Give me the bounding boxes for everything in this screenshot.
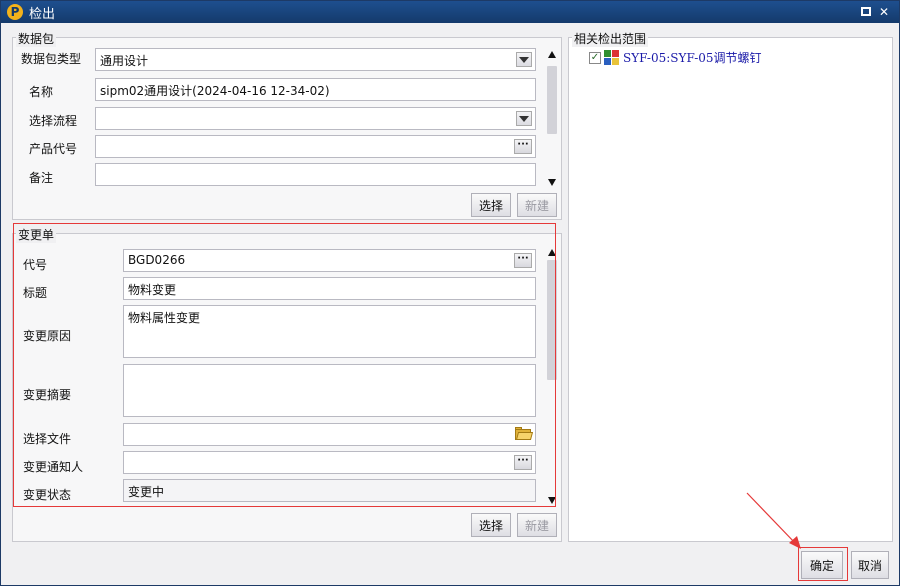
close-icon: ✕ <box>878 5 890 19</box>
app-logo: P <box>7 4 23 20</box>
maximize-button[interactable] <box>859 5 873 19</box>
scroll-thumb[interactable] <box>547 66 557 134</box>
scope-group: 相关检出范围 ✓ SYF-05:SYF-05调节螺钉 <box>568 30 893 542</box>
package-name-input[interactable]: sipm02通用设计(2024-04-16 12-34-02) <box>95 78 536 101</box>
package-type-value: 通用设计 <box>100 54 149 68</box>
package-select-button[interactable]: 选择 <box>471 193 511 217</box>
package-type-select[interactable]: 通用设计 <box>95 48 536 71</box>
package-group: 数据包 数据包类型 通用设计 名称 sipm02通用设计(2024-04-16 … <box>12 30 562 220</box>
change-new-button[interactable]: 新建 <box>517 513 557 537</box>
dialog-title: 检出 <box>29 6 56 22</box>
close-button[interactable]: ✕ <box>877 5 891 19</box>
package-group-title: 数据包 <box>16 30 57 47</box>
remark-label: 备注 <box>29 171 54 185</box>
flow-label: 选择流程 <box>29 114 78 128</box>
package-scrollbar[interactable] <box>545 48 559 188</box>
package-new-button[interactable]: 新建 <box>517 193 557 217</box>
change-select-button[interactable]: 选择 <box>471 513 511 537</box>
package-name-value: sipm02通用设计(2024-04-16 12-34-02) <box>100 84 330 98</box>
product-code-label: 产品代号 <box>29 142 78 156</box>
package-type-label: 数据包类型 <box>21 52 82 66</box>
flow-dropdown-button[interactable] <box>516 111 532 126</box>
checkout-dialog: P 检出 ✕ 数据包 数据包类型 通用设计 名称 sipm02通用设计(2024… <box>0 0 900 586</box>
tree-item[interactable]: ✓ SYF-05:SYF-05调节螺钉 <box>589 49 762 66</box>
scope-group-title: 相关检出范围 <box>572 30 649 47</box>
highlight-box <box>13 223 556 507</box>
product-code-browse-button[interactable]: ··· <box>514 139 532 154</box>
product-code-input[interactable]: ··· <box>95 135 536 158</box>
cancel-button[interactable]: 取消 <box>851 551 889 579</box>
title-bar: P 检出 ✕ <box>1 1 899 23</box>
annotation-arrow <box>746 492 801 549</box>
package-name-label: 名称 <box>29 85 54 99</box>
maximize-icon <box>861 7 871 16</box>
tree-item-checkbox[interactable]: ✓ <box>589 51 601 64</box>
ellipsis-icon: ··· <box>517 139 529 150</box>
chevron-down-icon <box>519 115 529 122</box>
remark-input[interactable] <box>95 163 536 186</box>
part-icon <box>604 49 620 66</box>
scroll-down-icon[interactable] <box>548 179 556 186</box>
package-type-dropdown-button[interactable] <box>516 52 532 67</box>
tree-item-label: SYF-05:SYF-05调节螺钉 <box>623 51 762 65</box>
flow-select[interactable] <box>95 107 536 130</box>
scroll-up-icon[interactable] <box>548 51 556 58</box>
chevron-down-icon <box>519 56 529 63</box>
